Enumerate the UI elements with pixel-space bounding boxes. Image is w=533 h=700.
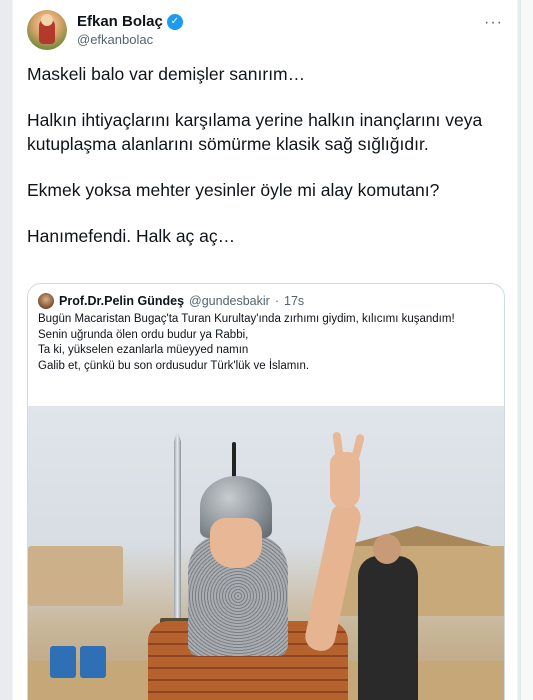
quoted-author-handle[interactable]: @gundesbakir <box>189 294 270 308</box>
tweet-paragraph: Ekmek yoksa mehter yesinler öyle mi alay… <box>27 180 440 200</box>
tweet-paragraph: Halkın ihtiyaçlarını karşılama yerine ha… <box>27 110 483 154</box>
quoted-author-avatar[interactable] <box>38 293 54 309</box>
author-avatar[interactable] <box>27 10 67 50</box>
verified-badge-icon: ✓ <box>166 13 183 30</box>
quoted-line: Galib et, çünkü bu son ordusudur Türk'lü… <box>38 359 310 372</box>
tweet-text: Maskeli balo var demişler sanırım… Halkı… <box>27 62 507 270</box>
right-column-edge <box>520 0 533 700</box>
sword-blade <box>174 430 181 620</box>
face <box>210 518 262 568</box>
raised-finger <box>350 433 366 461</box>
background-tent <box>28 546 123 606</box>
quoted-tweet[interactable]: Prof.Dr.Pelin Gündeş @gundesbakir · 17s … <box>27 283 505 700</box>
author-display-name[interactable]: Efkan Bolaç <box>77 13 163 30</box>
tweet-card: Efkan Bolaç ✓ @efkanbolac ··· Maskeli ba… <box>12 0 518 700</box>
raised-hand <box>330 452 360 508</box>
tweet-header: Efkan Bolaç ✓ @efkanbolac ··· <box>27 10 505 54</box>
barrel <box>80 646 106 678</box>
quoted-separator: · <box>274 294 279 308</box>
background-person-head <box>373 534 401 564</box>
author-handle[interactable]: @efkanbolac <box>77 32 153 47</box>
author-name-row: Efkan Bolaç ✓ <box>77 13 183 30</box>
quoted-tweet-photo[interactable] <box>28 406 504 700</box>
quoted-timestamp[interactable]: 17s <box>284 294 304 308</box>
quoted-tweet-text: Bugün Macaristan Bugaç'ta Turan Kurultay… <box>38 312 494 374</box>
tweet-paragraph: Hanımefendi. Halk aç aç… <box>27 226 236 246</box>
more-options-icon[interactable]: ··· <box>484 14 503 32</box>
quoted-line: Bugün Macaristan Bugaç'ta Turan Kurultay… <box>38 313 455 325</box>
quoted-author-name[interactable]: Prof.Dr.Pelin Gündeş <box>59 294 184 308</box>
quoted-line: Senin uğrunda ölen ordu budur ya Rabbi, <box>38 328 249 341</box>
background-person <box>358 556 418 700</box>
quoted-line: Ta ki, yükselen ezanlarla müeyyed namın <box>38 344 249 356</box>
avatar-head <box>41 14 53 26</box>
quoted-tweet-header: Prof.Dr.Pelin Gündeş @gundesbakir · 17s <box>38 293 304 309</box>
barrel <box>50 646 76 678</box>
tweet-paragraph: Maskeli balo var demişler sanırım… <box>27 64 306 84</box>
